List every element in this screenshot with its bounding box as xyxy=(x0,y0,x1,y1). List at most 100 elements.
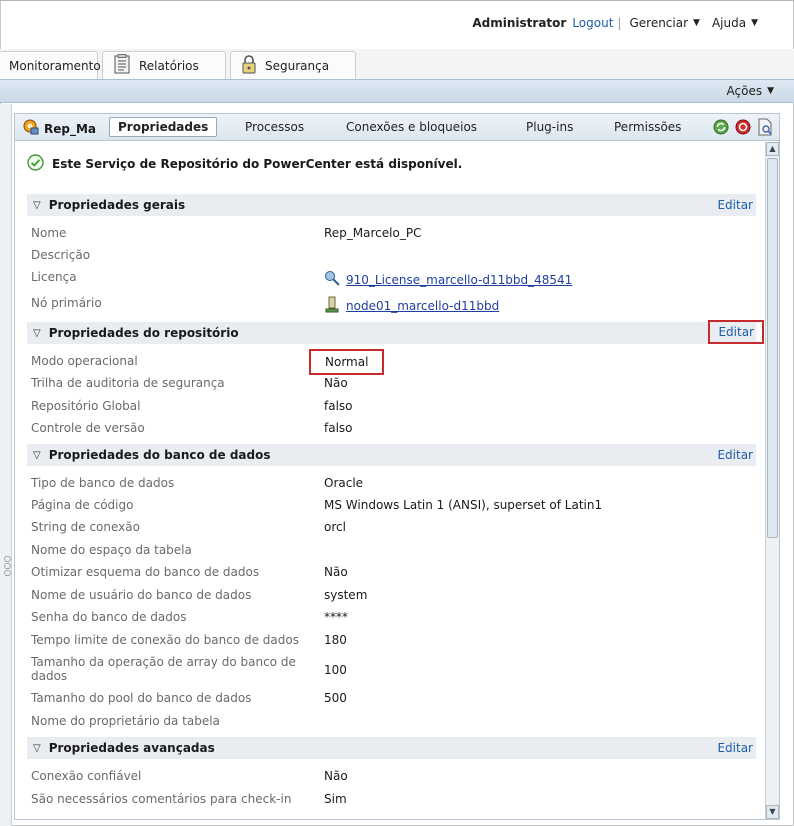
user-name: Administrator xyxy=(472,16,567,30)
property-label: Senha do banco de dados xyxy=(31,610,187,624)
property-value: Não xyxy=(324,376,348,390)
vertical-scrollbar[interactable]: ▲ ▼ xyxy=(765,142,779,819)
property-value: Oracle xyxy=(324,476,364,490)
section-title: Propriedades do repositório xyxy=(48,326,239,340)
tab-plug-ins[interactable]: Plug-ins xyxy=(526,120,573,134)
property-value: 100 xyxy=(324,663,347,677)
property-value: Rep_Marcelo_PC xyxy=(324,226,422,240)
property-label: Repositório Global xyxy=(31,399,141,413)
scrollbar-thumb[interactable] xyxy=(767,158,778,538)
property-value-highlighted: Normal xyxy=(309,349,385,375)
section-repository-properties[interactable]: ▽ Propriedades do repositório Editar xyxy=(27,320,764,344)
header-separator: | xyxy=(617,16,622,30)
status-text: Este Serviço de Repositório do PowerCent… xyxy=(52,157,463,171)
property-value: 500 xyxy=(324,691,347,705)
property-label: Tempo limite de conexão do banco de dado… xyxy=(31,633,299,647)
chevron-down-icon: ▼ xyxy=(767,86,774,96)
tab-propriedades[interactable]: Propriedades xyxy=(109,117,218,137)
help-menu-label: Ajuda xyxy=(711,16,747,30)
edit-repository-link[interactable]: Editar xyxy=(708,320,764,344)
section-title: Propriedades avançadas xyxy=(48,741,215,755)
actions-label: Ações xyxy=(726,84,763,98)
tab-label: Monitoramento xyxy=(9,58,101,73)
property-label: Descrição xyxy=(31,248,91,262)
property-value: Sim xyxy=(324,792,347,806)
property-value: falso xyxy=(324,421,353,435)
node-link[interactable]: node01_marcello-d11bbd xyxy=(346,299,499,313)
property-value: Não xyxy=(324,565,348,579)
navigator-collapse-strip[interactable]: ○ ○ ○ xyxy=(0,104,12,826)
property-value: MS Windows Latin 1 (ANSI), superset of L… xyxy=(324,498,603,512)
status-message: Este Serviço de Repositório do PowerCent… xyxy=(27,154,462,174)
tab-label: Relatórios xyxy=(139,58,199,73)
header-links: Administrator Logout | Gerenciar ▼ Ajuda… xyxy=(472,16,770,30)
property-label: String de conexão xyxy=(31,520,140,534)
section-title: Propriedades gerais xyxy=(48,198,186,212)
collapse-triangle-icon[interactable]: ▽ xyxy=(33,200,41,211)
tab-permissoes[interactable]: Permissões xyxy=(614,120,681,134)
shutdown-icon[interactable] xyxy=(735,119,751,138)
property-label: Conexão confiável xyxy=(31,769,142,783)
edit-advanced-link[interactable]: Editar xyxy=(717,741,753,755)
check-circle-icon xyxy=(27,154,44,174)
actions-bar: Ações ▼ xyxy=(0,79,794,103)
property-value: orcl xyxy=(324,520,346,534)
property-value: system xyxy=(324,588,368,602)
property-label: Nome do espaço da tabela xyxy=(31,543,192,557)
section-general-properties[interactable]: ▽ Propriedades gerais Editar xyxy=(27,194,756,216)
property-label: Nó primário xyxy=(31,296,102,310)
view-log-icon[interactable] xyxy=(757,118,773,139)
manage-menu-label: Gerenciar xyxy=(629,16,689,30)
manage-menu[interactable]: Gerenciar ▼ xyxy=(629,16,699,30)
property-value: Não xyxy=(324,769,348,783)
property-label: Controle de versão xyxy=(31,421,145,435)
property-value: node01_marcello-d11bbd xyxy=(324,296,499,316)
panel-tab-bar: Rep_Ma Propriedades Processos Conexões e… xyxy=(15,114,779,141)
repository-title: Rep_Ma xyxy=(23,119,96,138)
tab-processos[interactable]: Processos xyxy=(245,120,304,134)
property-value: **** xyxy=(324,610,348,624)
property-label: Otimizar esquema do banco de dados xyxy=(31,565,260,579)
repository-name: Rep_Ma xyxy=(44,121,97,136)
property-value: falso xyxy=(324,399,353,413)
section-title: Propriedades do banco de dados xyxy=(48,448,271,462)
property-label: Licença xyxy=(31,270,77,284)
edit-database-link[interactable]: Editar xyxy=(717,448,753,462)
logout-link[interactable]: Logout xyxy=(572,16,613,30)
properties-content: Este Serviço de Repositório do PowerCent… xyxy=(15,142,765,819)
repository-service-icon xyxy=(23,119,39,138)
properties-panel: Rep_Ma Propriedades Processos Conexões e… xyxy=(14,113,780,820)
section-advanced-properties[interactable]: ▽ Propriedades avançadas Editar xyxy=(27,737,756,759)
collapse-triangle-icon[interactable]: ▽ xyxy=(33,450,41,461)
property-label: Tamanho da operação de array do banco de… xyxy=(31,655,296,683)
tab-conexoes-bloqueios[interactable]: Conexões e bloqueios xyxy=(346,120,477,134)
collapse-triangle-icon[interactable]: ▽ xyxy=(33,743,41,754)
license-key-icon xyxy=(324,270,340,289)
recycle-icon[interactable] xyxy=(713,119,729,138)
top-header: Administrator Logout | Gerenciar ▼ Ajuda… xyxy=(0,0,794,48)
collapse-triangle-icon[interactable]: ▽ xyxy=(33,328,41,339)
property-label: Nome de usuário do banco de dados xyxy=(31,588,252,602)
property-label: Tipo de banco de dados xyxy=(31,476,175,490)
tab-label: Segurança xyxy=(265,58,330,73)
drag-handle-icon[interactable]: ○ ○ ○ xyxy=(4,555,11,577)
chevron-down-icon: ▼ xyxy=(693,18,700,28)
node-icon xyxy=(324,296,340,316)
scroll-up-arrow-icon[interactable]: ▲ xyxy=(766,142,779,156)
section-database-properties[interactable]: ▽ Propriedades do banco de dados Editar xyxy=(27,444,756,466)
tab-relatorios[interactable]: Relatórios xyxy=(102,51,226,79)
property-label: Nome xyxy=(31,226,67,240)
tab-seguranca[interactable]: Segurança xyxy=(230,51,356,79)
help-menu[interactable]: Ajuda ▼ xyxy=(712,16,758,30)
property-value: 910_License_marcello-d11bbd_48541 xyxy=(324,270,572,289)
property-label: Página de código xyxy=(31,498,134,512)
edit-general-link[interactable]: Editar xyxy=(717,198,753,212)
scroll-down-arrow-icon[interactable]: ▼ xyxy=(766,805,779,819)
lock-icon xyxy=(241,54,257,77)
property-label: Trilha de auditoria de segurança xyxy=(31,376,225,390)
property-value: 180 xyxy=(324,633,347,647)
license-link[interactable]: 910_License_marcello-d11bbd_48541 xyxy=(346,273,572,287)
property-label: Modo operacional xyxy=(31,354,138,368)
tab-monitoramento[interactable]: Monitoramento xyxy=(0,51,101,79)
actions-menu-button[interactable]: Ações ▼ xyxy=(727,84,775,98)
